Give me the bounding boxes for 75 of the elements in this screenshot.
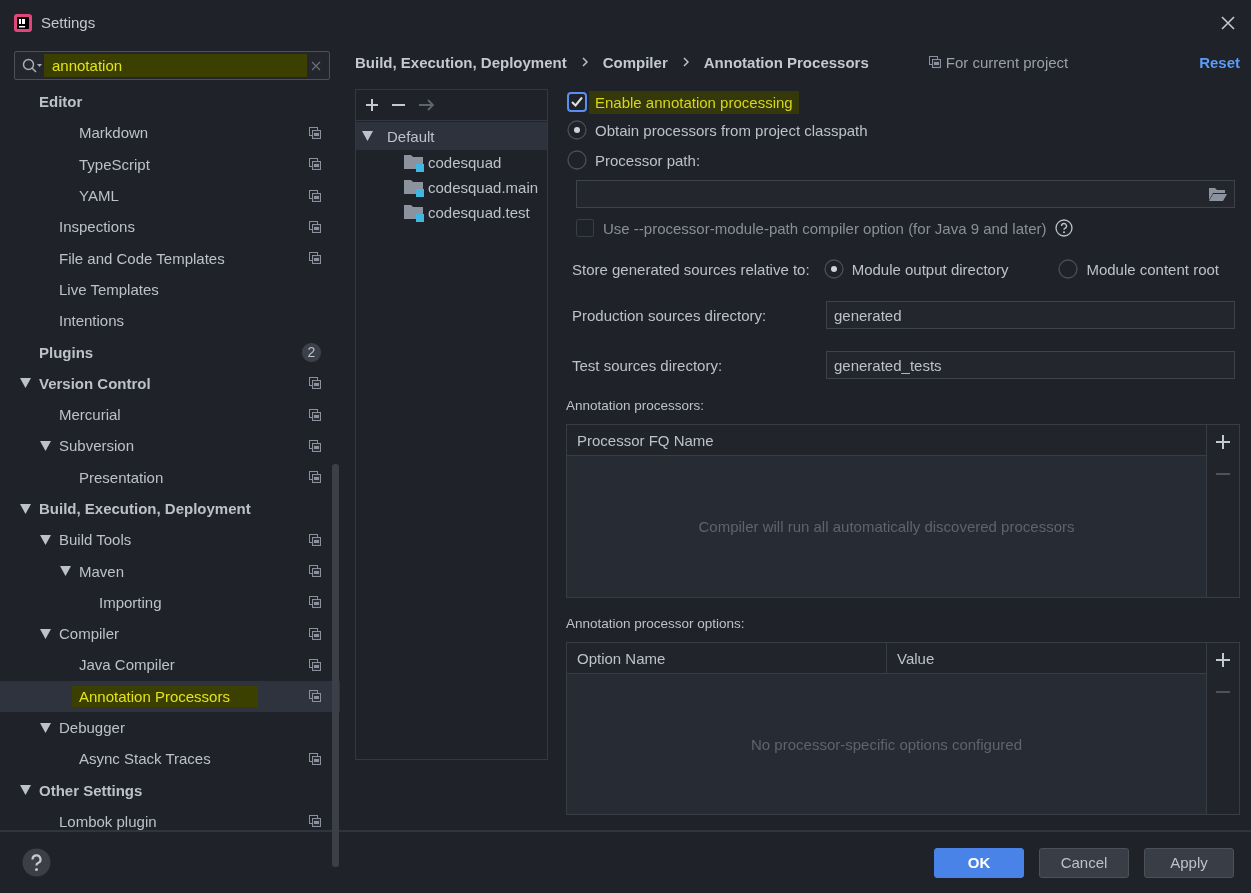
sidebar-item[interactable]: Editor bbox=[0, 86, 340, 118]
sidebar-item[interactable]: Debugger bbox=[0, 711, 340, 744]
sidebar-item[interactable]: Intentions bbox=[0, 305, 340, 337]
breadcrumb-item: Build, Execution, Deployment bbox=[355, 53, 567, 71]
folder-icon bbox=[404, 178, 425, 197]
radio-label: Obtain processors from project classpath bbox=[595, 121, 868, 139]
dialog-button[interactable]: OK bbox=[934, 847, 1024, 878]
scope-note: For current project bbox=[945, 53, 1069, 71]
path-field[interactable] bbox=[576, 180, 1235, 208]
scrollbar[interactable] bbox=[332, 464, 339, 867]
sidebar-item[interactable]: TypeScript bbox=[0, 148, 340, 180]
add-icon bbox=[1216, 653, 1230, 667]
add-icon bbox=[1216, 435, 1230, 449]
module-item[interactable]: codesquad bbox=[356, 150, 547, 175]
sidebar-item[interactable]: Inspections bbox=[0, 211, 340, 243]
section-label: Annotation processors: bbox=[566, 398, 706, 413]
sidebar-item[interactable]: Other Settings bbox=[0, 774, 340, 806]
sidebar-item[interactable]: Live Templates bbox=[0, 273, 340, 306]
right-arrow-icon bbox=[419, 99, 435, 111]
sidebar-item[interactable]: Java Compiler bbox=[0, 649, 340, 681]
help-icon bbox=[22, 848, 51, 877]
section-label: Annotation processor options: bbox=[566, 616, 746, 631]
folder-icon bbox=[1209, 187, 1227, 201]
close-icon bbox=[1221, 15, 1235, 30]
sidebar-item[interactable]: Plugins 2 bbox=[0, 336, 340, 368]
help-icon bbox=[1054, 219, 1073, 237]
window-title: Settings bbox=[41, 14, 97, 31]
sidebar-item[interactable]: Lombok plugin bbox=[0, 805, 340, 838]
folder-icon bbox=[404, 153, 425, 172]
radio-label: Processor path: bbox=[595, 151, 701, 169]
sidebar-item[interactable]: Build Tools bbox=[0, 524, 340, 556]
breadcrumb-item: Annotation Processors bbox=[703, 53, 869, 71]
column-header: Processor FQ Name bbox=[576, 430, 715, 451]
sidebar-item[interactable]: Mercurial bbox=[0, 398, 340, 431]
empty-message: Compiler will run all automatically discovered processors bbox=[698, 518, 1075, 535]
directory-field[interactable]: generated_tests bbox=[826, 351, 1235, 379]
sidebar-item[interactable]: Markdown bbox=[0, 117, 340, 149]
copy-icon bbox=[928, 56, 941, 68]
field-label: Test sources directory: bbox=[572, 356, 724, 374]
sidebar-item[interactable]: Subversion bbox=[0, 430, 340, 462]
sidebar-item[interactable]: Async Stack Traces bbox=[0, 743, 340, 775]
sidebar-item[interactable]: Version Control bbox=[0, 367, 340, 399]
chevron-icon bbox=[581, 57, 588, 67]
sidebar-item[interactable]: Presentation bbox=[0, 461, 340, 493]
chevron-icon bbox=[682, 57, 689, 67]
column-header: Option Name bbox=[576, 648, 667, 669]
sidebar-item[interactable]: Importing bbox=[0, 586, 340, 619]
module-item[interactable]: codesquad.test bbox=[356, 200, 547, 225]
reset-link[interactable]: Reset bbox=[1199, 53, 1240, 71]
field-label: Production sources directory: bbox=[572, 306, 768, 324]
dialog-button[interactable]: Apply bbox=[1144, 847, 1234, 878]
app-logo-icon bbox=[14, 13, 32, 32]
empty-message: No processor-specific options configured bbox=[751, 735, 1022, 753]
radio-label: Module content root bbox=[1086, 260, 1219, 278]
checkbox-label: Use --processor-module-path compiler option (for Java 9 and later) bbox=[603, 219, 1047, 237]
folder-icon bbox=[404, 203, 425, 222]
breadcrumb-item: Compiler bbox=[602, 53, 668, 71]
sidebar-item[interactable]: Annotation Processors bbox=[0, 680, 340, 712]
search-icon bbox=[22, 57, 42, 74]
sidebar-item[interactable]: Build, Execution, Deployment bbox=[0, 492, 340, 525]
sidebar-item[interactable]: Maven bbox=[0, 555, 340, 587]
radio-label: Module output directory bbox=[851, 260, 1009, 278]
field-label: Store generated sources relative to: bbox=[572, 260, 810, 278]
checkbox-label: Enable annotation processing bbox=[589, 90, 799, 114]
sidebar-item[interactable]: YAML bbox=[0, 179, 340, 212]
sidebar-item[interactable]: File and Code Templates bbox=[0, 242, 340, 274]
dialog-button[interactable]: Cancel bbox=[1039, 847, 1129, 878]
search-field[interactable]: annotation bbox=[14, 51, 330, 80]
clear-icon bbox=[311, 60, 321, 71]
sidebar-item[interactable]: Compiler bbox=[0, 618, 340, 650]
profile-item[interactable]: Default bbox=[356, 122, 547, 150]
directory-field[interactable]: generated bbox=[826, 301, 1235, 329]
count-badge: 2 bbox=[302, 342, 321, 362]
add-icon bbox=[366, 99, 378, 111]
module-item[interactable]: codesquad.main bbox=[356, 175, 547, 200]
